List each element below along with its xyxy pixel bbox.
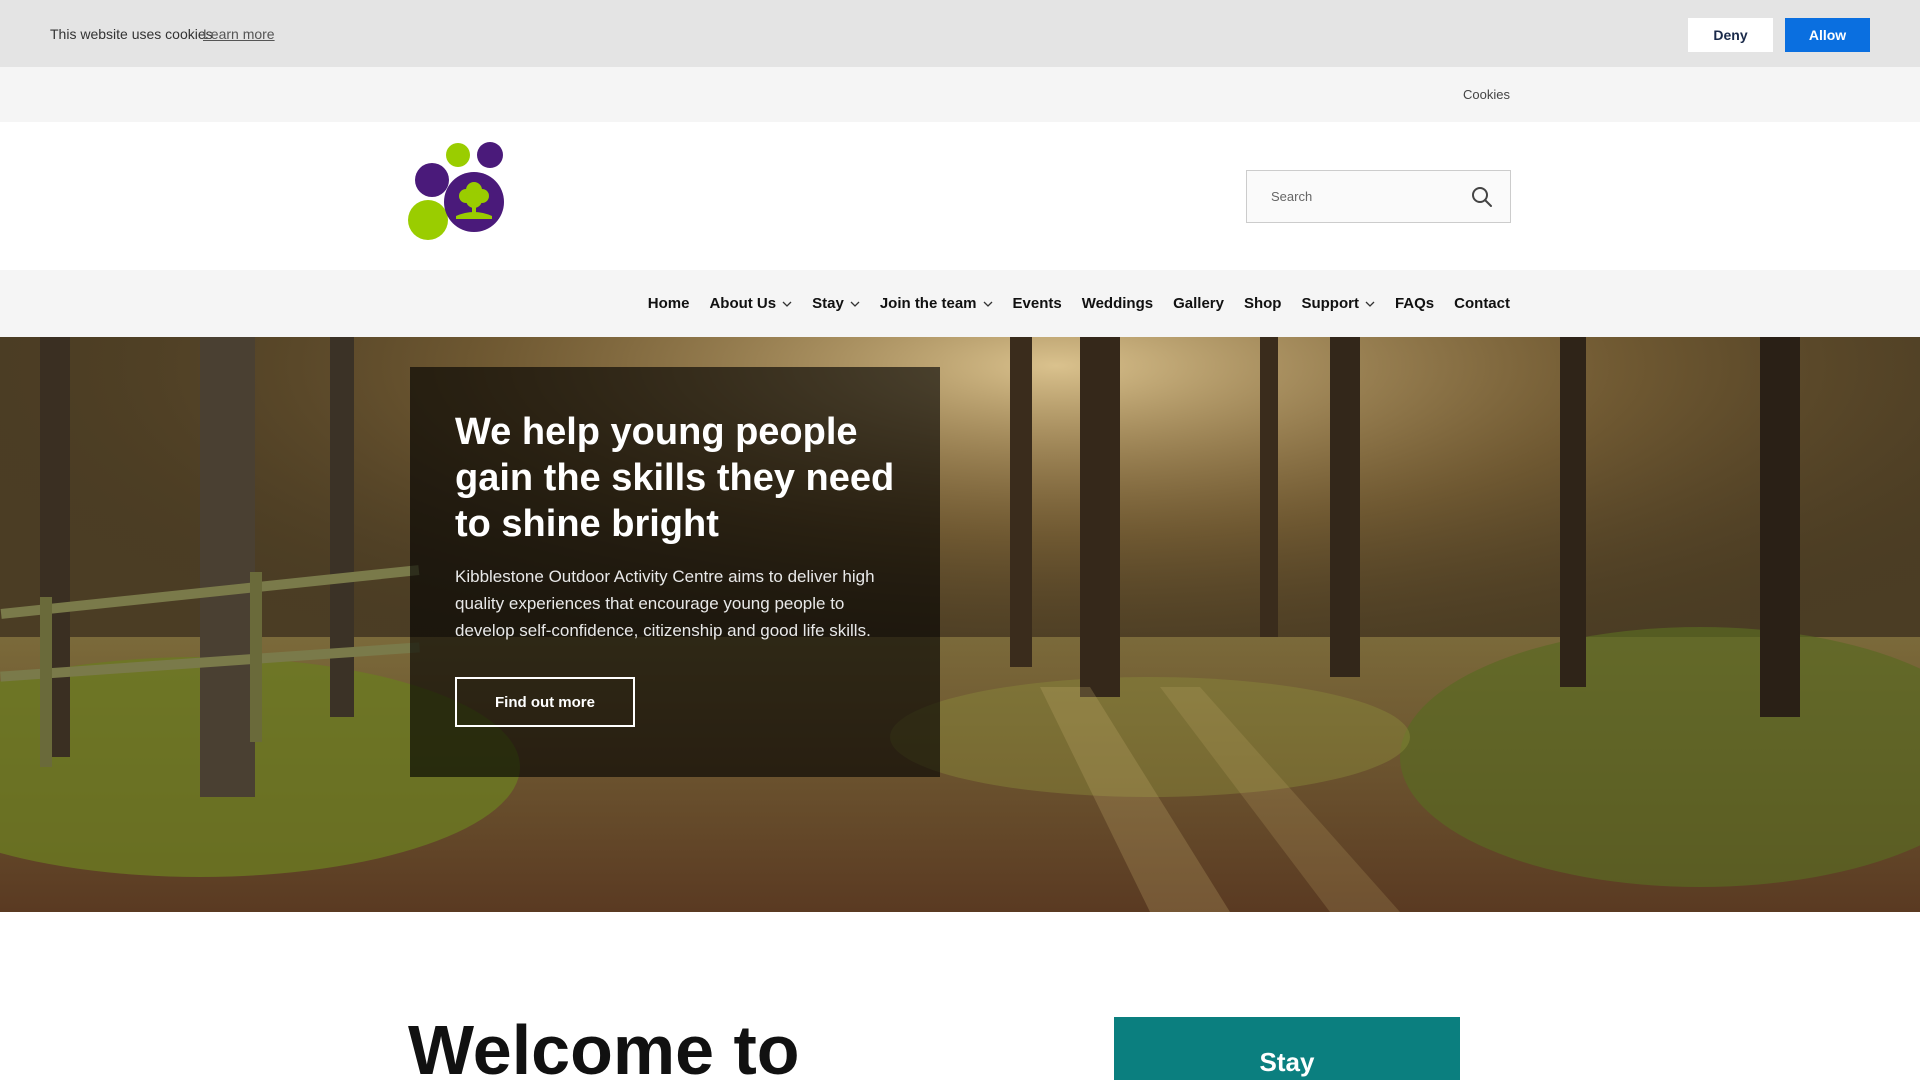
nav-item-contact[interactable]: Contact: [1454, 295, 1510, 312]
nav-item-label: Stay: [812, 295, 844, 312]
find-out-more-button[interactable]: Find out more: [455, 677, 635, 727]
nav-item-stay[interactable]: Stay: [812, 295, 860, 312]
nav-item-gallery[interactable]: Gallery: [1173, 295, 1224, 312]
nav-item-label: About Us: [709, 295, 777, 312]
utility-bar: Cookies: [0, 67, 1920, 122]
nav-item-label: Contact: [1454, 295, 1510, 312]
main-nav: Home About Us Stay Join the team Events …: [0, 270, 1920, 337]
hero-content-panel: We help young people gain the skills the…: [410, 367, 940, 777]
stay-card[interactable]: Stay: [1114, 1017, 1460, 1080]
nav-item-join-the-team[interactable]: Join the team: [880, 295, 993, 312]
nav-item-label: Shop: [1243, 295, 1282, 312]
nav-item-weddings[interactable]: Weddings: [1082, 295, 1153, 312]
nav-item-label: Join the team: [879, 295, 977, 312]
hero-forest-image: [0, 337, 1920, 912]
cookie-message: This website uses cookies: [50, 26, 213, 42]
nav-item-about-us[interactable]: About Us: [709, 295, 792, 312]
nav-item-shop[interactable]: Shop: [1244, 295, 1282, 312]
nav-item-events[interactable]: Events: [1013, 295, 1062, 312]
nav-item-label: Home: [647, 295, 690, 312]
cookie-banner: This website uses cookies Learn more Den…: [0, 0, 1920, 67]
cookies-link[interactable]: Cookies: [1463, 87, 1510, 102]
nav-item-label: Support: [1301, 295, 1359, 312]
chevron-down-icon: [1365, 301, 1375, 307]
welcome-heading: Welcome to: [408, 1011, 800, 1080]
deny-cookies-button[interactable]: Deny: [1688, 18, 1773, 52]
nav-list: Home About Us Stay Join the team Events …: [648, 270, 1510, 337]
hero-title: We help young people gain the skills the…: [455, 411, 895, 545]
nav-item-label: Weddings: [1081, 295, 1154, 312]
search-input[interactable]: [1247, 171, 1457, 222]
nav-item-label: Gallery: [1173, 295, 1224, 312]
nav-item-label: Events: [1012, 295, 1062, 312]
nav-item-home[interactable]: Home: [648, 295, 690, 312]
allow-cookies-button[interactable]: Allow: [1785, 18, 1870, 52]
chevron-down-icon: [782, 301, 792, 307]
nav-item-support[interactable]: Support: [1301, 295, 1375, 312]
search-box: [1246, 170, 1511, 223]
search-icon[interactable]: [1470, 185, 1494, 209]
learn-more-link[interactable]: Learn more: [203, 26, 275, 42]
tree-paw-logo[interactable]: [408, 140, 508, 245]
nav-item-faqs[interactable]: FAQs: [1395, 295, 1434, 312]
hero-banner: We help young people gain the skills the…: [0, 337, 1920, 912]
chevron-down-icon: [850, 301, 860, 307]
nav-item-label: FAQs: [1394, 295, 1435, 312]
hero-description: Kibblestone Outdoor Activity Centre aims…: [455, 567, 875, 640]
chevron-down-icon: [983, 301, 992, 307]
stay-card-label: Stay: [1259, 1047, 1315, 1077]
site-header: [0, 122, 1920, 270]
